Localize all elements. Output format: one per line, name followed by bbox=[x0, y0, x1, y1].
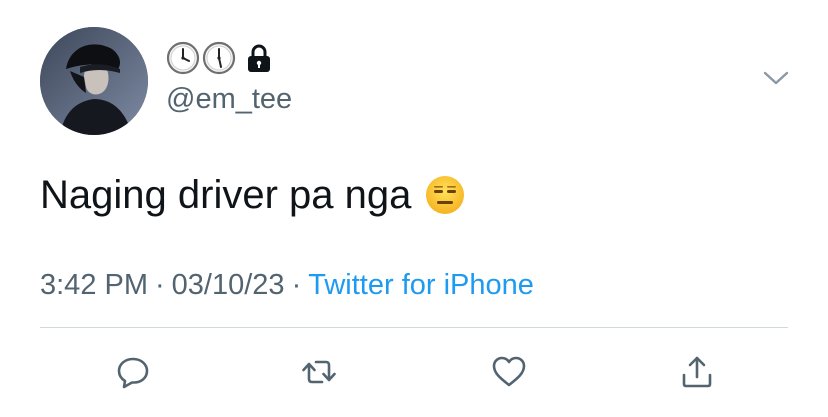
chevron-down-icon[interactable] bbox=[762, 68, 790, 88]
clock-icon bbox=[166, 41, 200, 75]
share-button[interactable] bbox=[675, 350, 719, 394]
separator: · bbox=[155, 269, 165, 301]
reply-icon bbox=[117, 357, 149, 389]
user-handle[interactable]: @em_tee bbox=[166, 82, 292, 116]
tweet-text: Naging driver pa nga bbox=[40, 170, 465, 220]
tweet-time: 3:42 PM bbox=[40, 269, 148, 301]
tweet-meta: 3:42 PM · 03/10/23 · Twitter for iPhone bbox=[40, 266, 534, 304]
expressionless-face-emoji bbox=[425, 175, 465, 215]
retweet-button[interactable] bbox=[297, 350, 341, 394]
retweet-icon bbox=[302, 360, 336, 384]
tweet-body: Naging driver pa nga bbox=[40, 173, 412, 217]
reply-button[interactable] bbox=[111, 350, 155, 394]
like-icon bbox=[492, 356, 526, 387]
tweet-date: 03/10/23 bbox=[171, 269, 285, 301]
separator: · bbox=[291, 269, 302, 301]
lock-icon bbox=[246, 43, 272, 73]
display-name bbox=[166, 40, 272, 76]
clock-icon bbox=[202, 41, 236, 75]
divider bbox=[40, 327, 788, 328]
like-button[interactable] bbox=[487, 350, 531, 394]
action-bar bbox=[0, 350, 828, 394]
share-icon bbox=[682, 356, 712, 388]
tweet-source-link[interactable]: Twitter for iPhone bbox=[308, 269, 534, 301]
avatar[interactable] bbox=[40, 27, 148, 135]
profile-photo bbox=[40, 27, 148, 135]
